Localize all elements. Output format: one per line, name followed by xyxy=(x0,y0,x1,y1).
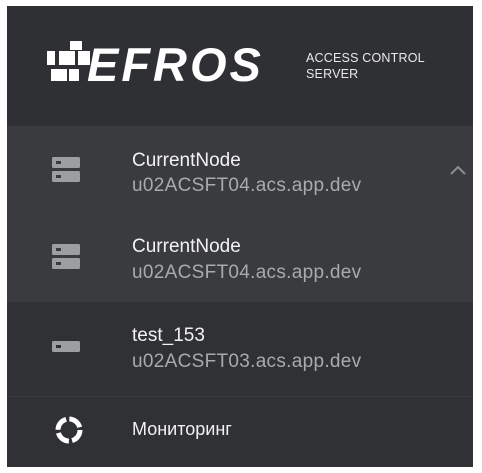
svg-text:EFROS: EFROS xyxy=(87,38,264,91)
node-name: CurrentNode xyxy=(132,236,241,257)
sidebar-item-monitoring[interactable]: Мониторинг xyxy=(7,397,473,467)
node-host: u02ACSFT03.acs.app.dev xyxy=(132,351,362,372)
server-icon xyxy=(52,157,80,182)
logo-subtitle: ACCESS CONTROL SERVER xyxy=(306,50,425,82)
monitoring-ring-icon xyxy=(55,416,83,444)
node-item-current-header[interactable]: CurrentNode u02ACSFT04.acs.app.dev xyxy=(7,126,473,214)
sidebar-panel: EFROS ACCESS CONTROL SERVER CurrentNode … xyxy=(7,6,473,467)
efros-logo: EFROS xyxy=(47,38,264,91)
current-node-group: CurrentNode u02ACSFT04.acs.app.dev Curre… xyxy=(7,126,473,302)
node-item-current[interactable]: CurrentNode u02ACSFT04.acs.app.dev xyxy=(7,214,473,302)
logo-subtitle-line2: SERVER xyxy=(306,67,359,81)
monitoring-label: Мониторинг xyxy=(132,419,232,439)
chevron-up-icon[interactable] xyxy=(450,165,466,175)
server-icon xyxy=(52,244,80,269)
node-name: CurrentNode xyxy=(132,150,241,171)
brand-header: EFROS ACCESS CONTROL SERVER xyxy=(7,6,473,127)
logo-subtitle-line1: ACCESS CONTROL xyxy=(306,51,425,65)
node-item-test-153[interactable]: test_153 u02ACSFT03.acs.app.dev xyxy=(7,302,473,397)
node-host: u02ACSFT04.acs.app.dev xyxy=(132,175,362,196)
node-host: u02ACSFT04.acs.app.dev xyxy=(132,262,362,283)
server-single-icon xyxy=(52,341,80,352)
node-name: test_153 xyxy=(132,325,205,346)
